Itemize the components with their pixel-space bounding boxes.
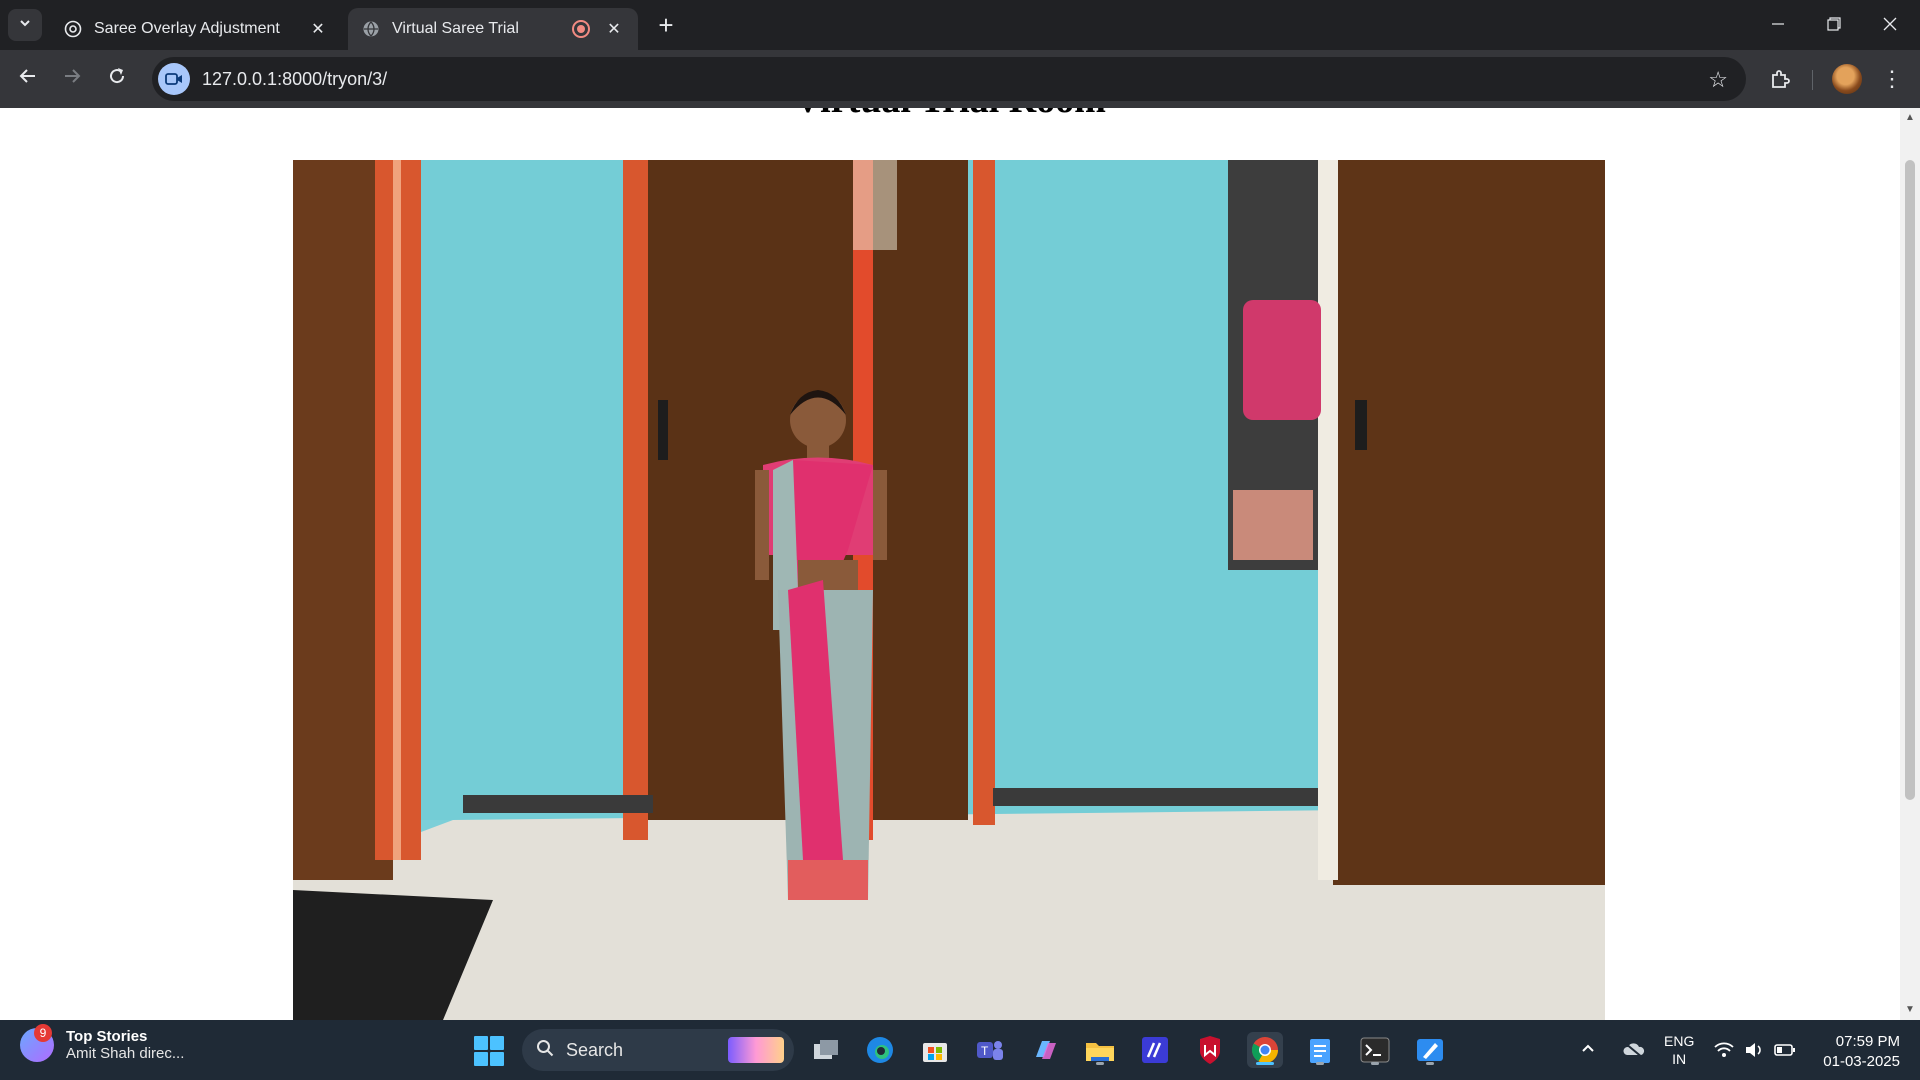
language-code: ENG xyxy=(1664,1033,1695,1049)
file-explorer-icon[interactable] xyxy=(1082,1032,1118,1068)
arrow-left-icon xyxy=(18,66,38,92)
close-icon xyxy=(1883,15,1897,36)
news-headline: Amit Shah direc... xyxy=(66,1045,185,1062)
tab-title: Saree Overlay Adjustment xyxy=(94,20,280,37)
reload-icon xyxy=(107,66,127,92)
tab-title: Virtual Saree Trial xyxy=(392,20,519,37)
mcafee-icon[interactable] xyxy=(1192,1032,1228,1068)
page-scrollbar[interactable]: ▲ ▼ xyxy=(1900,108,1920,1020)
camera-in-use-icon[interactable] xyxy=(158,63,190,95)
search-placeholder: Search xyxy=(566,1039,624,1060)
close-tab-icon[interactable]: ✕ xyxy=(308,19,328,39)
globe-favicon-icon xyxy=(362,20,380,38)
recording-indicator-icon xyxy=(572,20,590,38)
edge-browser-icon[interactable] xyxy=(862,1032,898,1068)
running-indicator xyxy=(1371,1062,1379,1065)
chevron-up-icon xyxy=(1580,1040,1596,1060)
tab-saree-overlay-adjustment[interactable]: Saree Overlay Adjustment ✕ xyxy=(50,8,342,50)
copilot-icon[interactable] xyxy=(1027,1032,1063,1068)
page-viewport: Virtual Trial Room xyxy=(0,108,1920,1020)
wifi-icon[interactable] xyxy=(1714,1020,1734,1080)
system-clock[interactable]: 07:59 PM 01-03-2025 xyxy=(1810,1032,1900,1072)
onedrive-offline-icon[interactable] xyxy=(1622,1020,1646,1080)
windows-start-icon[interactable] xyxy=(474,1036,504,1066)
input-language-indicator[interactable]: ENG IN xyxy=(1664,1032,1694,1068)
news-title: Top Stories xyxy=(66,1028,148,1045)
back-button[interactable] xyxy=(12,63,44,95)
restore-icon xyxy=(1827,15,1841,36)
chevron-down-icon xyxy=(18,16,32,35)
close-tab-icon[interactable]: ✕ xyxy=(604,19,624,39)
news-badge: 9 xyxy=(34,1024,52,1042)
camera-feed xyxy=(293,160,1605,1020)
forward-button[interactable] xyxy=(56,63,88,95)
scroll-thumb[interactable] xyxy=(1905,160,1915,800)
tab-virtual-saree-trial[interactable]: Virtual Saree Trial ✕ xyxy=(348,8,638,50)
address-bar[interactable]: 127.0.0.1:8000/tryon/3/ ☆ xyxy=(152,57,1746,101)
show-hidden-icons-button[interactable] xyxy=(1580,1020,1596,1080)
restore-button[interactable] xyxy=(1806,0,1862,50)
teams-icon[interactable]: T xyxy=(972,1032,1008,1068)
reload-button[interactable] xyxy=(101,63,133,95)
toolbar-separator xyxy=(1812,70,1813,90)
region-code: IN xyxy=(1672,1051,1687,1067)
browser-toolbar: 127.0.0.1:8000/tryon/3/ ☆ ⋮ xyxy=(0,50,1920,108)
running-indicator xyxy=(1316,1062,1324,1065)
code-editor-icon[interactable] xyxy=(1137,1032,1173,1068)
camera-feed-image xyxy=(293,160,1605,1020)
close-window-button[interactable] xyxy=(1862,0,1918,50)
arrow-right-icon xyxy=(62,66,82,92)
notepad-icon[interactable] xyxy=(1302,1032,1338,1068)
profile-avatar[interactable] xyxy=(1832,64,1862,94)
bookmark-star-icon[interactable]: ☆ xyxy=(1708,67,1728,93)
running-indicator xyxy=(1256,1062,1274,1065)
windows-taskbar: 9 Top Stories Amit Shah direc... Search … xyxy=(0,1020,1920,1080)
minimize-icon xyxy=(1771,15,1785,36)
chrome-icon[interactable] xyxy=(1247,1032,1283,1068)
terminal-icon[interactable] xyxy=(1357,1032,1393,1068)
search-icon xyxy=(536,1039,554,1062)
clock-time: 07:59 PM xyxy=(1835,1033,1900,1050)
running-indicator xyxy=(1096,1062,1104,1065)
battery-icon[interactable] xyxy=(1774,1020,1796,1080)
clock-date: 01-03-2025 xyxy=(1823,1053,1900,1070)
url-text: 127.0.0.1:8000/tryon/3/ xyxy=(202,68,388,89)
news-weather-icon: 9 xyxy=(20,1024,54,1062)
scroll-up-arrow-icon[interactable]: ▲ xyxy=(1904,112,1916,124)
taskbar-search-box[interactable]: Search xyxy=(522,1029,794,1071)
extensions-puzzle-icon[interactable] xyxy=(1764,63,1796,95)
page-title: Virtual Trial Room xyxy=(0,108,1900,122)
more-menu-icon[interactable]: ⋮ xyxy=(1876,63,1908,95)
search-highlight-art-icon xyxy=(728,1037,784,1063)
running-indicator xyxy=(1426,1062,1434,1065)
svg-text:T: T xyxy=(981,1044,989,1058)
plus-icon: + xyxy=(658,9,674,40)
new-tab-button[interactable]: + xyxy=(652,9,680,40)
tab-strip: Saree Overlay Adjustment ✕ Virtual Saree… xyxy=(0,0,1920,50)
scroll-down-arrow-icon[interactable]: ▼ xyxy=(1904,1004,1916,1016)
tab-search-button[interactable] xyxy=(8,9,42,41)
volume-icon[interactable] xyxy=(1744,1020,1764,1080)
news-widget[interactable]: 9 Top Stories Amit Shah direc... xyxy=(20,1024,185,1062)
globe-favicon-icon xyxy=(64,20,82,38)
minimize-button[interactable] xyxy=(1750,0,1806,50)
paint-icon[interactable] xyxy=(1412,1032,1448,1068)
task-view-icon[interactable] xyxy=(808,1032,844,1068)
microsoft-store-icon[interactable] xyxy=(917,1032,953,1068)
